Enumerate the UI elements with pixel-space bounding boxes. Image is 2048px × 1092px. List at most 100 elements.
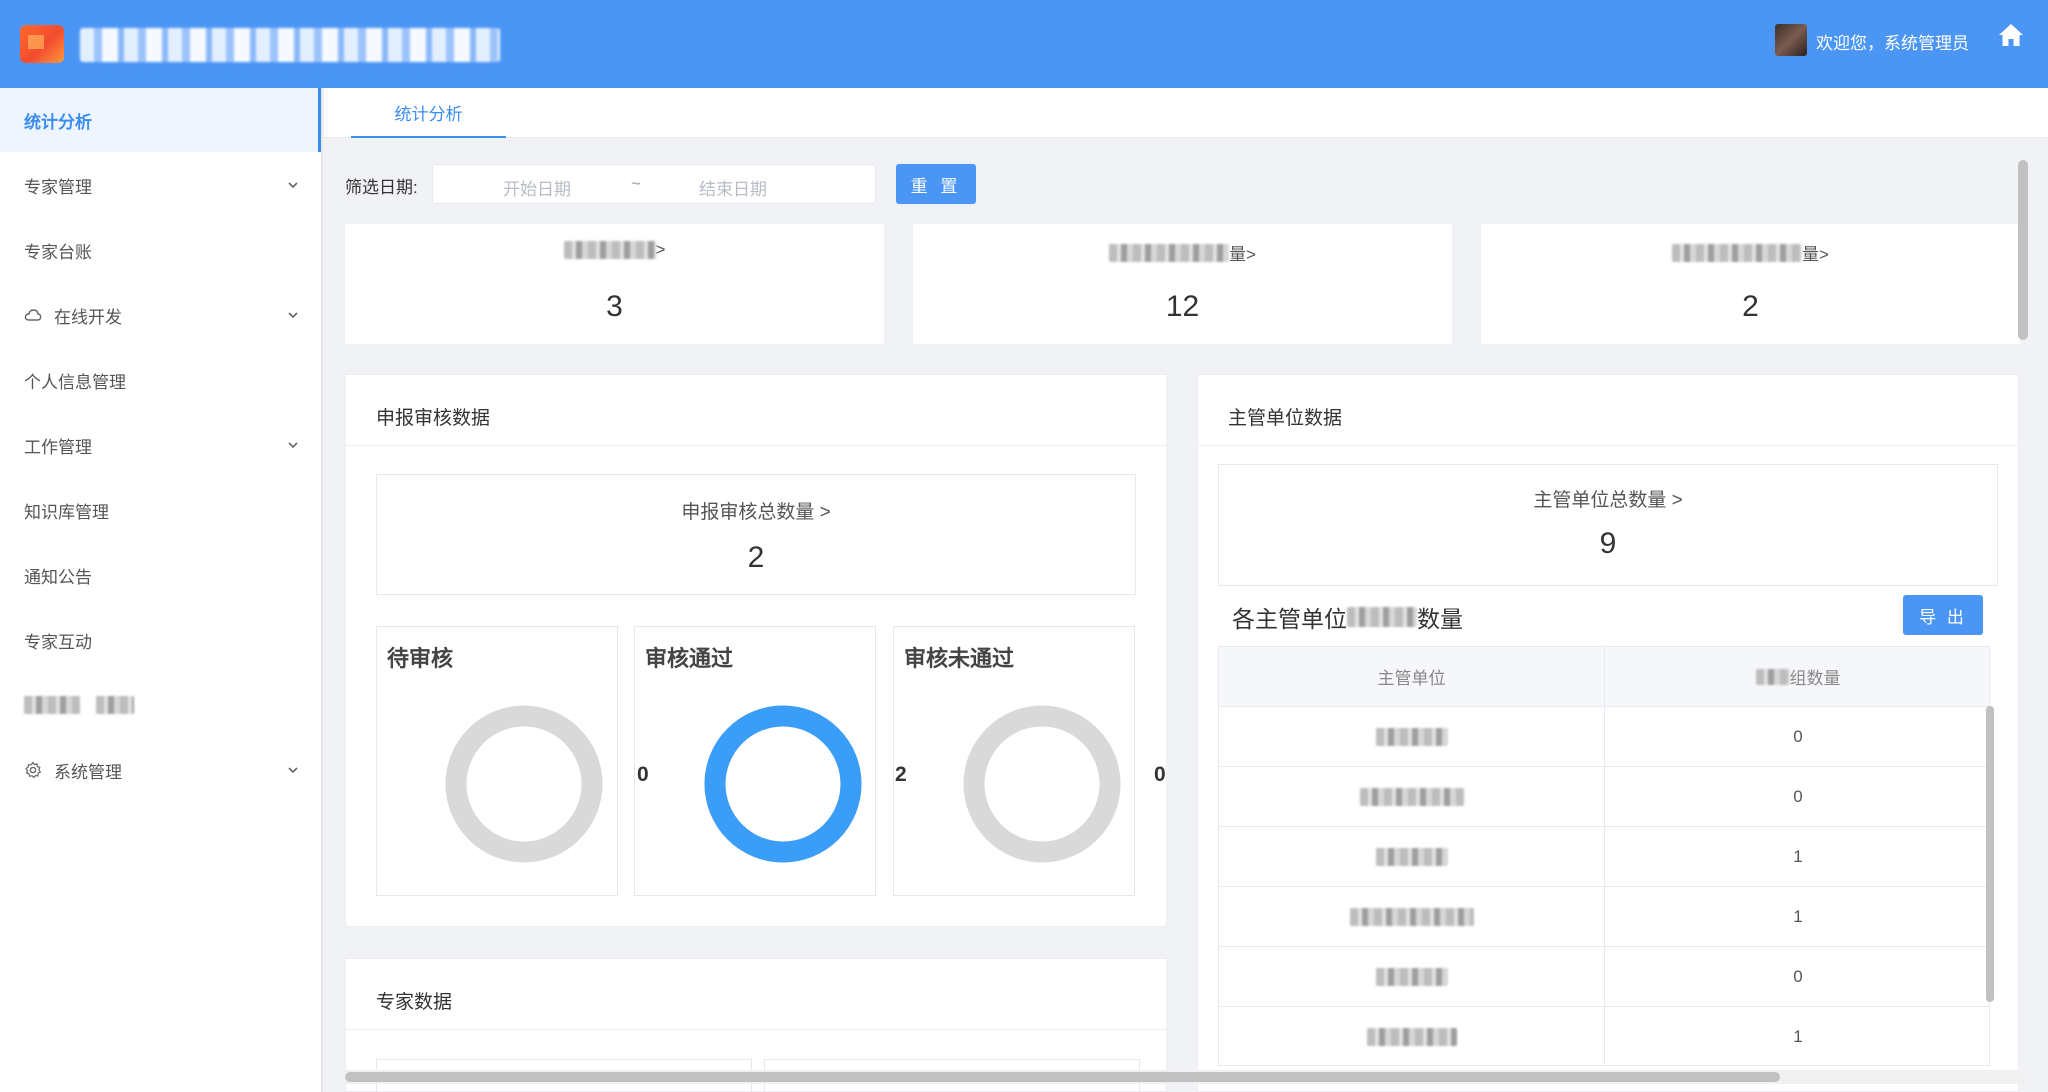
stat-label: 量> [913,240,1452,265]
sidebar-item-system-management[interactable]: 系统管理 [0,738,321,802]
sidebar-item-label: 知识库管理 [24,502,109,522]
stat-label: 量> [1481,240,2020,265]
status-count-approved: 2 [895,763,907,786]
status-count-pending: 0 [637,763,649,786]
sidebar-item-redacted[interactable] [0,673,321,737]
status-ring-rejected [963,705,1121,863]
table-header-unit[interactable]: 主管单位 [1219,647,1604,707]
review-total-box[interactable]: 申报审核总数量 > 2 [376,474,1136,595]
unit-table-title: 各主管单位 数量 [1232,606,1463,632]
table-cell-unit [1219,1007,1604,1065]
status-card-pending: 待审核 [376,626,618,896]
ring-track [445,705,603,863]
table-scrollbar[interactable] [1986,706,1994,1002]
date-separator: ~ [631,174,641,193]
tab-bar: 统计分析 [324,88,2048,138]
divider [1198,445,2018,446]
unit-table: 主管单位 组数量 0 0 1 1 0 1 [1218,646,1990,1066]
stat-card[interactable]: 量> 2 [1481,224,2020,344]
sidebar-item-label: 专家台账 [24,242,92,262]
table-cell-unit [1219,707,1604,767]
stat-value: 2 [1742,290,1759,323]
unit-total-box[interactable]: 主管单位总数量 > 9 [1218,464,1998,586]
end-date-input[interactable]: 结束日期 [699,175,767,200]
chevron-down-icon [288,442,298,449]
stat-value: 12 [1165,290,1200,323]
sidebar: 统计分析 专家管理 专家台账 在线开发 个人信息管理 工作管理 知识库管理 通知… [0,88,323,1092]
table-cell-unit [1219,827,1604,887]
chevron-down-icon [288,312,298,319]
sidebar-item-statistics[interactable]: 统计分析 [0,88,321,152]
redacted-label [563,241,656,259]
export-button[interactable]: 导 出 [1903,595,1983,635]
redacted-label [1672,243,1803,262]
sidebar-item-expert-management[interactable]: 专家管理 [0,153,321,217]
table-cell-unit [1219,947,1604,1007]
table-header-count[interactable]: 组数量 [1605,647,1989,707]
reset-button[interactable]: 重 置 [896,164,976,204]
home-icon[interactable] [1997,22,2025,48]
page-vertical-scrollbar[interactable] [2018,160,2028,340]
gear-icon [25,761,42,779]
welcome-text: 欢迎您，系统管理员 [1816,34,1969,53]
table-cell-count: 1 [1793,847,1803,866]
redacted-label [24,696,80,714]
sidebar-item-label: 统计分析 [24,112,92,132]
redacted-label [1375,848,1448,866]
sidebar-item-expert-interaction[interactable]: 专家互动 [0,608,321,672]
column-divider [1604,647,1605,1065]
status-card-rejected: 审核未通过 [893,626,1135,896]
filter-date-label: 筛选日期: [345,178,418,197]
divider [346,1029,1166,1030]
page-horizontal-scrollbar[interactable] [345,1072,1780,1082]
unit-total-value: 9 [1599,527,1617,560]
sidebar-item-label: 工作管理 [24,437,92,457]
sidebar-item-label: 个人信息管理 [24,372,126,392]
unit-total-label: 主管单位总数量 > [1533,490,1683,511]
redacted-label [1366,1028,1457,1046]
sidebar-item-label: 通知公告 [24,567,92,587]
status-card-approved: 审核通过 [634,626,876,896]
avatar[interactable] [1775,24,1807,56]
sidebar-item-work-management[interactable]: 工作管理 [0,413,321,477]
ring-progress [704,705,862,863]
date-range-picker[interactable]: 开始日期 ~ 结束日期 [432,164,876,204]
sidebar-item-notices[interactable]: 通知公告 [0,543,321,607]
ring-track [963,705,1121,863]
redacted-label [1109,243,1230,262]
redacted-label [1375,728,1448,746]
stat-value: 3 [606,290,623,323]
divider [346,445,1166,446]
sidebar-item-personal-info[interactable]: 个人信息管理 [0,348,321,412]
table-cell-unit [1219,767,1604,827]
app-title-redacted [80,28,500,62]
panel-title: 专家数据 [376,992,453,1013]
chevron-down-icon [288,182,298,189]
sidebar-item-expert-ledger[interactable]: 专家台账 [0,218,321,282]
panel-title: 申报审核数据 [376,408,491,429]
redacted-label [96,696,134,714]
panel-title: 主管单位数据 [1228,408,1343,429]
redacted-label [1359,788,1464,806]
app-logo [20,25,64,63]
chevron-down-icon [288,767,298,774]
table-cell-count: 0 [1793,967,1803,986]
stat-card[interactable]: 量> 12 [913,224,1452,344]
table-cell-count: 1 [1793,1027,1803,1046]
stat-card[interactable]: > 3 [345,224,884,344]
table-cell-unit [1219,887,1604,947]
sidebar-item-label: 专家管理 [24,177,92,197]
sidebar-item-label: 在线开发 [54,307,122,327]
sidebar-item-online-dev[interactable]: 在线开发 [0,283,321,347]
status-ring-pending [445,705,603,863]
start-date-input[interactable]: 开始日期 [503,175,571,200]
tab-statistics[interactable]: 统计分析 [351,88,506,138]
status-count-rejected: 0 [1154,763,1166,786]
table-cell-count: 0 [1793,787,1803,806]
review-total-value: 2 [747,541,765,574]
cloud-icon [24,309,42,321]
sidebar-item-knowledge-base[interactable]: 知识库管理 [0,478,321,542]
status-ring-approved [704,705,862,863]
sidebar-item-label: 系统管理 [54,762,122,782]
review-total-label: 申报审核总数量 > [681,502,831,523]
